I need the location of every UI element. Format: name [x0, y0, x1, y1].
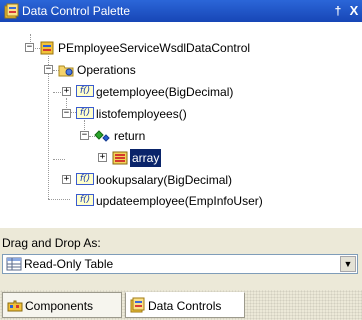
tab-label: Components: [25, 299, 94, 313]
tab-data-controls[interactable]: Data Controls: [125, 292, 245, 318]
return-icon: [94, 130, 110, 142]
tree-node-return[interactable]: − return: [0, 127, 362, 145]
components-icon: [7, 300, 23, 312]
collapse-root-toggle[interactable]: −: [25, 43, 34, 52]
tree-node-lookupsalary[interactable]: + f() lookupsalary(BigDecimal): [0, 171, 362, 189]
method-icon: f(): [76, 194, 94, 206]
tree-node-label: getemployee(BigDecimal): [96, 85, 234, 99]
close-icon[interactable]: X: [346, 2, 362, 20]
data-control-palette-window: Data Control Palette † X − PEmployeeServ…: [0, 0, 362, 320]
table-icon: [6, 257, 22, 271]
title-bar[interactable]: Data Control Palette † X: [0, 0, 362, 22]
chevron-down-icon[interactable]: ▼: [340, 256, 356, 272]
method-icon: f(): [76, 107, 94, 119]
data-control-icon: [40, 41, 54, 55]
expand-array-toggle[interactable]: +: [98, 153, 107, 162]
operations-folder-icon: [58, 65, 74, 77]
data-control-palette-icon: [4, 3, 19, 19]
data-controls-icon: [130, 297, 145, 313]
tab-label: Data Controls: [148, 299, 222, 313]
tree-node-getemployee[interactable]: + f() getemployee(BigDecimal): [0, 83, 362, 101]
tree-node-root[interactable]: − PEmployeeServiceWsdlDataControl: [0, 39, 362, 57]
method-icon: f(): [76, 173, 94, 185]
drag-drop-label: Drag and Drop As:: [2, 236, 101, 250]
collapse-operations-toggle[interactable]: −: [44, 65, 53, 74]
tree-node-array[interactable]: + array: [0, 149, 362, 167]
drag-drop-selected-value: Read-Only Table: [24, 257, 114, 271]
drag-drop-as-select[interactable]: Read-Only Table ▼: [2, 254, 358, 274]
tree-node-updateemployee[interactable]: f() updateemployee(EmpInfoUser): [0, 192, 362, 210]
tree-node-label-selected: array: [130, 149, 162, 167]
tree-node-label: updateemployee(EmpInfoUser): [96, 194, 263, 208]
tree-node-operations[interactable]: − Operations: [0, 61, 362, 79]
collapse-return-toggle[interactable]: −: [80, 131, 89, 140]
tree-node-label: Operations: [77, 63, 136, 77]
tree-node-label: return: [114, 129, 146, 143]
data-control-tree: − PEmployeeServiceWsdlDataControl − Oper…: [0, 22, 362, 229]
collapse-listofemployees-toggle[interactable]: −: [62, 109, 71, 118]
tree-node-listofemployees[interactable]: − f() listofemployees(): [0, 105, 362, 123]
expand-getemployee-toggle[interactable]: +: [62, 87, 71, 96]
tab-components[interactable]: Components: [2, 292, 122, 318]
expand-lookupsalary-toggle[interactable]: +: [62, 175, 71, 184]
pin-icon[interactable]: †: [330, 2, 346, 20]
tree-node-label: lookupsalary(BigDecimal): [96, 173, 233, 187]
tree-node-label: PEmployeeServiceWsdlDataControl: [58, 41, 251, 55]
window-title: Data Control Palette: [22, 4, 131, 18]
array-icon: [112, 151, 128, 165]
tree-node-label: listofemployees(): [96, 107, 187, 121]
method-icon: f(): [76, 85, 94, 97]
